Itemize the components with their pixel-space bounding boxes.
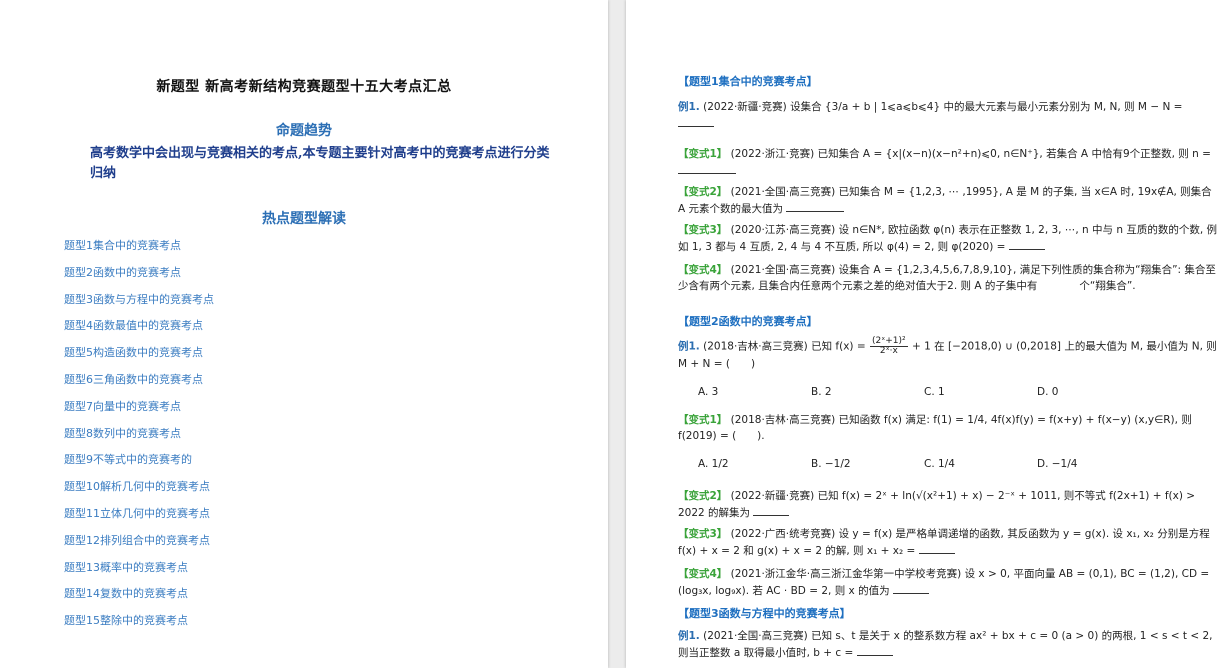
problem-text: (2018·吉林·高三竞赛) 已知函数 f(x) 满足: f(1) = 1/4,… [678, 414, 1192, 442]
toc-link[interactable]: 题型10解析几何中的竞赛考点 [64, 478, 214, 505]
variant-problem: 【变式3】 (2022·广西·统考竞赛) 设 y = f(x) 是严格单调递增的… [678, 526, 1218, 559]
variant-problem: 【变式1】 (2018·吉林·高三竞赛) 已知函数 f(x) 满足: f(1) … [678, 412, 1218, 444]
document-page-right: 【题型1集合中的竞赛考点】 例1. (2022·新疆·竞赛) 设集合 {3/a … [626, 0, 1227, 668]
answer-blank [1008, 238, 1045, 250]
toc-link[interactable]: 题型15整除中的竞赛考点 [64, 612, 214, 639]
variant-label: 【变式1】 [678, 148, 728, 160]
option-c[interactable]: C. 1/4 [924, 458, 955, 470]
hot-heading: 热点题型解读 [262, 211, 346, 227]
problem-text: (2021·全国·高三竞赛) 已知集合 M = {1,2,3, ⋯ ,1995}… [678, 186, 1212, 215]
toc-link[interactable]: 题型1集合中的竞赛考点 [64, 237, 214, 264]
toc-link[interactable]: 题型13概率中的竞赛考点 [64, 559, 214, 586]
answer-blank [786, 200, 845, 212]
problem-text: (2020·江苏·高三竞赛) 设 n∈N*, 欧拉函数 φ(n) 表示在正整数 … [678, 224, 1218, 253]
problem-text: (2021·全国·高三竞赛) 设集合 A = {1,2,3,4,5,6,7,8,… [678, 264, 1216, 292]
option-d[interactable]: D. −1/4 [1037, 458, 1077, 470]
option-b[interactable]: B. 2 [811, 386, 832, 398]
toc-link[interactable]: 题型4函数最值中的竞赛考点 [64, 317, 214, 344]
variant-label: 【变式1】 [678, 414, 728, 426]
example-problem: 例1. (2021·全国·高三竞赛) 已知 s、t 是关于 x 的整系数方程 a… [678, 628, 1218, 661]
answer-blank [753, 504, 790, 516]
answer-blank [892, 582, 929, 594]
answer-blank [678, 162, 736, 174]
toc-link[interactable]: 题型9不等式中的竞赛考的 [64, 451, 214, 478]
example-label: 例1. [678, 340, 700, 353]
variant-problem: 【变式1】 (2022·浙江·竞赛) 已知集合 A = {x|(x−n)(x−n… [678, 146, 1218, 179]
answer-blank [678, 115, 714, 127]
example-label: 例1. [678, 101, 700, 113]
section-heading: 【题型2函数中的竞赛考点】 [678, 315, 818, 328]
toc-link[interactable]: 题型8数列中的竞赛考点 [64, 425, 214, 452]
toc-link[interactable]: 题型6三角函数中的竞赛考点 [64, 371, 214, 398]
variant-label: 【变式3】 [678, 528, 728, 540]
set-expression: {3/a + b | 1⩽a⩽b⩽4} [824, 101, 941, 113]
option-d[interactable]: D. 0 [1037, 386, 1058, 398]
option-b[interactable]: B. −1/2 [811, 458, 851, 470]
trend-heading: 命题趋势 [276, 123, 332, 139]
variant-label: 【变式3】 [678, 224, 728, 236]
toc-link[interactable]: 题型2函数中的竞赛考点 [64, 264, 214, 291]
problem-text: (2018·吉林·高三竞赛) 已知 [703, 340, 833, 353]
toc-link[interactable]: 题型3函数与方程中的竞赛考点 [64, 291, 214, 318]
answer-blank [918, 542, 955, 554]
problem-text: (2022·新疆·竞赛) 设集合 [703, 101, 822, 113]
function-name: f(x) = [835, 340, 866, 353]
option-a[interactable]: A. 3 [698, 386, 718, 398]
problem-text: (2021·浙江金华·高三浙江金华第一中学校考竞赛) 设 x > 0, 平面向量… [678, 568, 1210, 597]
toc-link[interactable]: 题型11立体几何中的竞赛考点 [64, 505, 214, 532]
toc-link[interactable]: 题型14复数中的竞赛考点 [64, 585, 214, 612]
toc-link[interactable]: 题型7向量中的竞赛考点 [64, 398, 214, 425]
variant-label: 【变式4】 [678, 264, 728, 276]
variant-problem: 【变式4】 (2021·全国·高三竞赛) 设集合 A = {1,2,3,4,5,… [678, 262, 1218, 294]
toc-link[interactable]: 题型12排列组合中的竞赛考点 [64, 532, 214, 559]
table-of-contents: 题型1集合中的竞赛考点 题型2函数中的竞赛考点 题型3函数与方程中的竞赛考点 题… [64, 237, 214, 639]
variant-problem: 【变式3】 (2020·江苏·高三竞赛) 设 n∈N*, 欧拉函数 φ(n) 表… [678, 222, 1218, 255]
variant-problem: 【变式4】 (2021·浙江金华·高三浙江金华第一中学校考竞赛) 设 x > 0… [678, 566, 1218, 599]
problem-text: 中的最大元素与最小元素分别为 M, N, 则 M − N = [943, 101, 1183, 113]
section-heading: 【题型3函数与方程中的竞赛考点】 [678, 607, 851, 620]
example-problem: 例1. (2018·吉林·高三竞赛) 已知 f(x) = (2ˣ+1)² 2ˣ·x… [678, 337, 1218, 372]
fraction: (2ˣ+1)² 2ˣ·x [870, 336, 908, 356]
variant-problem: 【变式2】 (2021·全国·高三竞赛) 已知集合 M = {1,2,3, ⋯ … [678, 184, 1218, 217]
variant-problem: 【变式2】 (2022·新疆·竞赛) 已知 f(x) = 2ˣ + ln(√(x… [678, 488, 1218, 521]
document-page-left: 新题型 新高考新结构竞赛题型十五大考点汇总 命题趋势 高考数学中会出现与竞赛相关… [0, 0, 608, 668]
example-label: 例1. [678, 630, 700, 642]
trend-text: 高考数学中会出现与竞赛相关的考点,本专题主要针对高考中的竞赛考点进行分类归纳 [90, 146, 550, 181]
toc-link[interactable]: 题型5构造函数中的竞赛考点 [64, 344, 214, 371]
problem-text: (2021·全国·高三竞赛) 已知 s、t 是关于 x 的整系数方程 ax² +… [678, 630, 1213, 659]
option-a[interactable]: A. 1/2 [698, 458, 729, 470]
variant-label: 【变式2】 [678, 186, 728, 198]
document-title: 新题型 新高考新结构竞赛题型十五大考点汇总 [156, 79, 452, 95]
option-c[interactable]: C. 1 [924, 386, 945, 398]
variant-label: 【变式4】 [678, 568, 728, 580]
section-heading: 【题型1集合中的竞赛考点】 [678, 75, 818, 88]
example-problem: 例1. (2022·新疆·竞赛) 设集合 {3/a + b | 1⩽a⩽b⩽4}… [678, 99, 1218, 132]
answer-blank [856, 644, 893, 656]
problem-text: (2022·浙江·竞赛) 已知集合 A = {x|(x−n)(x−n²+n)⩽0… [730, 148, 1211, 160]
variant-label: 【变式2】 [678, 490, 728, 502]
